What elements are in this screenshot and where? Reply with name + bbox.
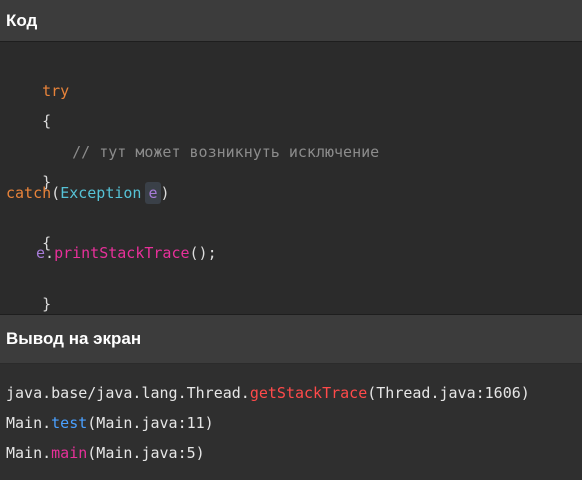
close-paren: ) <box>160 184 170 202</box>
code-line-7: e.printStackTrace(); <box>6 243 217 263</box>
call-tail: (); <box>189 244 217 262</box>
output-line-1: java.base/java.lang.Thread.getStackTrace… <box>6 383 530 403</box>
output-method: main <box>51 444 88 462</box>
code-block[interactable]: try { // тут может возникнуть исключение… <box>0 43 582 313</box>
output-prefix: java.base/java.lang.Thread. <box>6 384 250 402</box>
dot: . <box>45 244 55 262</box>
variable-e: e <box>36 244 46 262</box>
output-suffix: (Thread.java:1606) <box>367 384 530 402</box>
output-line-2: Main.test(Main.java:11) <box>6 413 214 433</box>
output-section-header: Вывод на экран <box>0 314 582 363</box>
keyword-catch: catch <box>6 184 52 202</box>
output-section-title: Вывод на экран <box>6 329 142 348</box>
output-method: test <box>51 414 88 432</box>
method-print-stack-trace: printStackTrace <box>54 244 190 262</box>
close-brace: } <box>42 295 52 313</box>
code-section-title: Код <box>6 10 38 30</box>
exception-type: Exception <box>60 184 142 202</box>
output-block[interactable]: java.base/java.lang.Thread.getStackTrace… <box>0 364 582 480</box>
exception-variable: e <box>145 182 161 204</box>
code-section-header: Код <box>0 0 582 42</box>
open-paren: ( <box>51 184 61 202</box>
code-line-5: catch(Exception e) <box>6 182 170 204</box>
output-suffix: (Main.java:5) <box>87 444 205 462</box>
output-method: getStackTrace <box>249 384 368 402</box>
output-prefix: Main. <box>6 414 52 432</box>
code-line-3: // тут может возникнуть исключение <box>6 122 379 182</box>
output-suffix: (Main.java:11) <box>87 414 214 432</box>
code-comment: // тут может возникнуть исключение <box>72 143 380 161</box>
output-prefix: Main. <box>6 444 52 462</box>
output-line-3: Main.main(Main.java:5) <box>6 443 205 463</box>
